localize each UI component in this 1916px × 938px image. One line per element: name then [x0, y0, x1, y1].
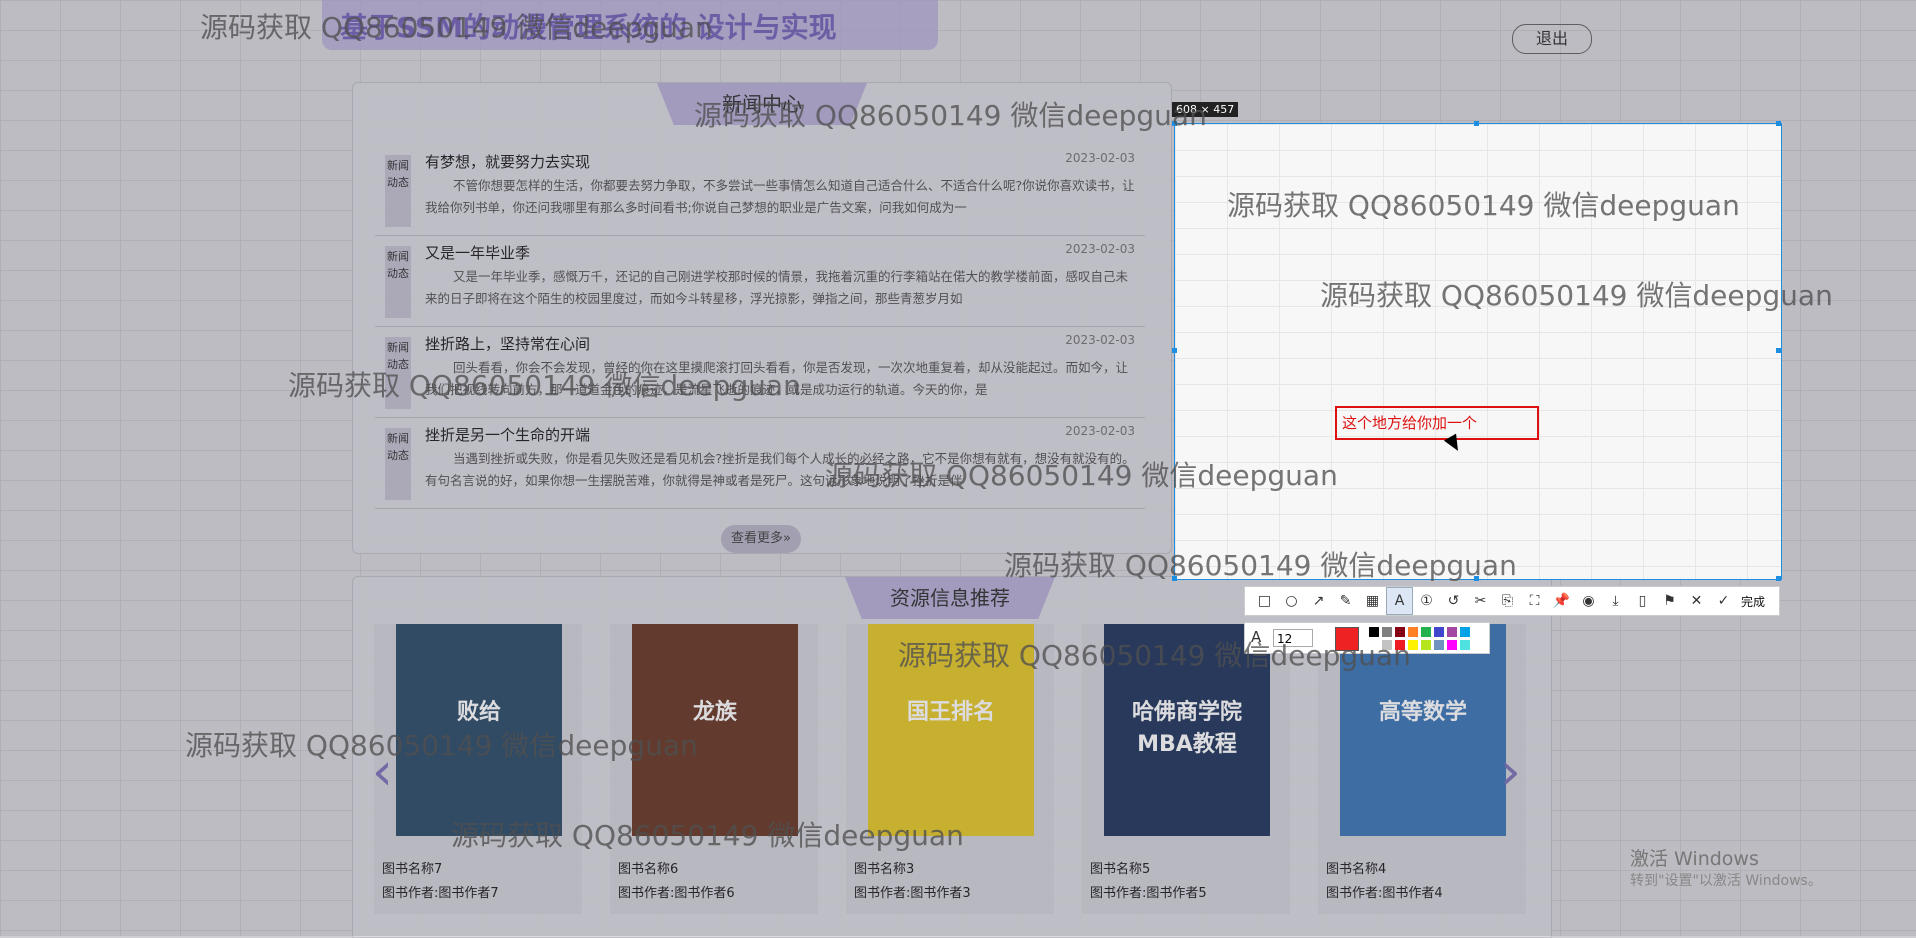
resize-handle[interactable] [1172, 576, 1177, 581]
close-icon[interactable]: ✕ [1683, 587, 1710, 615]
current-color-swatch[interactable] [1335, 627, 1359, 651]
record-icon[interactable]: ◉ [1575, 587, 1602, 615]
ai-icon[interactable]: ✂ [1467, 587, 1494, 615]
text-tool-icon[interactable]: A [1386, 587, 1413, 615]
resize-handle[interactable] [1776, 576, 1781, 581]
bookmark-icon[interactable]: ⚑ [1656, 587, 1683, 615]
color-swatch[interactable] [1434, 640, 1444, 650]
ellipse-tool-icon[interactable]: ○ [1278, 587, 1305, 615]
rect-tool-icon[interactable]: □ [1251, 587, 1278, 615]
ocr-icon[interactable]: ⛶ [1521, 587, 1548, 615]
font-size-select[interactable]: 12 [1273, 629, 1313, 647]
pen-tool-icon[interactable]: ✎ [1332, 587, 1359, 615]
color-swatch[interactable] [1408, 640, 1418, 650]
done-button[interactable]: 完成 [1741, 593, 1765, 610]
color-swatch[interactable] [1434, 627, 1444, 637]
download-icon[interactable]: ⤓ [1602, 587, 1629, 615]
text-annotation[interactable]: 这个地方给你加一个 [1335, 406, 1539, 440]
color-swatch[interactable] [1395, 627, 1405, 637]
windows-activation-title: 激活 Windows [1630, 848, 1759, 870]
color-swatch[interactable] [1421, 640, 1431, 650]
font-size-icon: A [1251, 628, 1262, 646]
resize-handle[interactable] [1172, 348, 1177, 353]
done-check-icon[interactable]: ✓ [1710, 587, 1737, 615]
color-swatch[interactable] [1447, 640, 1457, 650]
color-swatch[interactable] [1447, 627, 1457, 637]
color-swatch[interactable] [1460, 640, 1470, 650]
mosaic-tool-icon[interactable]: ▦ [1359, 587, 1386, 615]
translate-icon[interactable]: ⎘ [1494, 587, 1521, 615]
resize-handle[interactable] [1474, 576, 1479, 581]
pin-icon[interactable]: 📌 [1548, 587, 1575, 615]
resize-handle[interactable] [1172, 121, 1177, 126]
resize-handle[interactable] [1474, 121, 1479, 126]
color-swatch[interactable] [1421, 627, 1431, 637]
color-swatch[interactable] [1369, 627, 1379, 637]
capture-size-label: 608 × 457 [1172, 102, 1239, 117]
resize-handle[interactable] [1776, 121, 1781, 126]
save-icon[interactable]: ▯ [1629, 587, 1656, 615]
undo-icon[interactable]: ↺ [1440, 587, 1467, 615]
resize-handle[interactable] [1776, 348, 1781, 353]
color-swatch[interactable] [1369, 640, 1379, 650]
capture-region[interactable] [1174, 123, 1782, 580]
color-swatch[interactable] [1395, 640, 1405, 650]
capture-toolbar: □ ○ ↗ ✎ ▦ A ① ↺ ✂ ⎘ ⛶ 📌 ◉ ⤓ ▯ ⚑ ✕ ✓ 完成 [1244, 586, 1780, 616]
number-tool-icon[interactable]: ① [1413, 587, 1440, 615]
color-swatch[interactable] [1382, 640, 1392, 650]
color-swatch[interactable] [1460, 627, 1470, 637]
arrow-tool-icon[interactable]: ↗ [1305, 587, 1332, 615]
color-swatch[interactable] [1382, 627, 1392, 637]
color-swatch[interactable] [1408, 627, 1418, 637]
windows-activation-hint: 转到"设置"以激活 Windows。 [1630, 873, 1822, 889]
color-palette: A 12 [1244, 622, 1490, 654]
